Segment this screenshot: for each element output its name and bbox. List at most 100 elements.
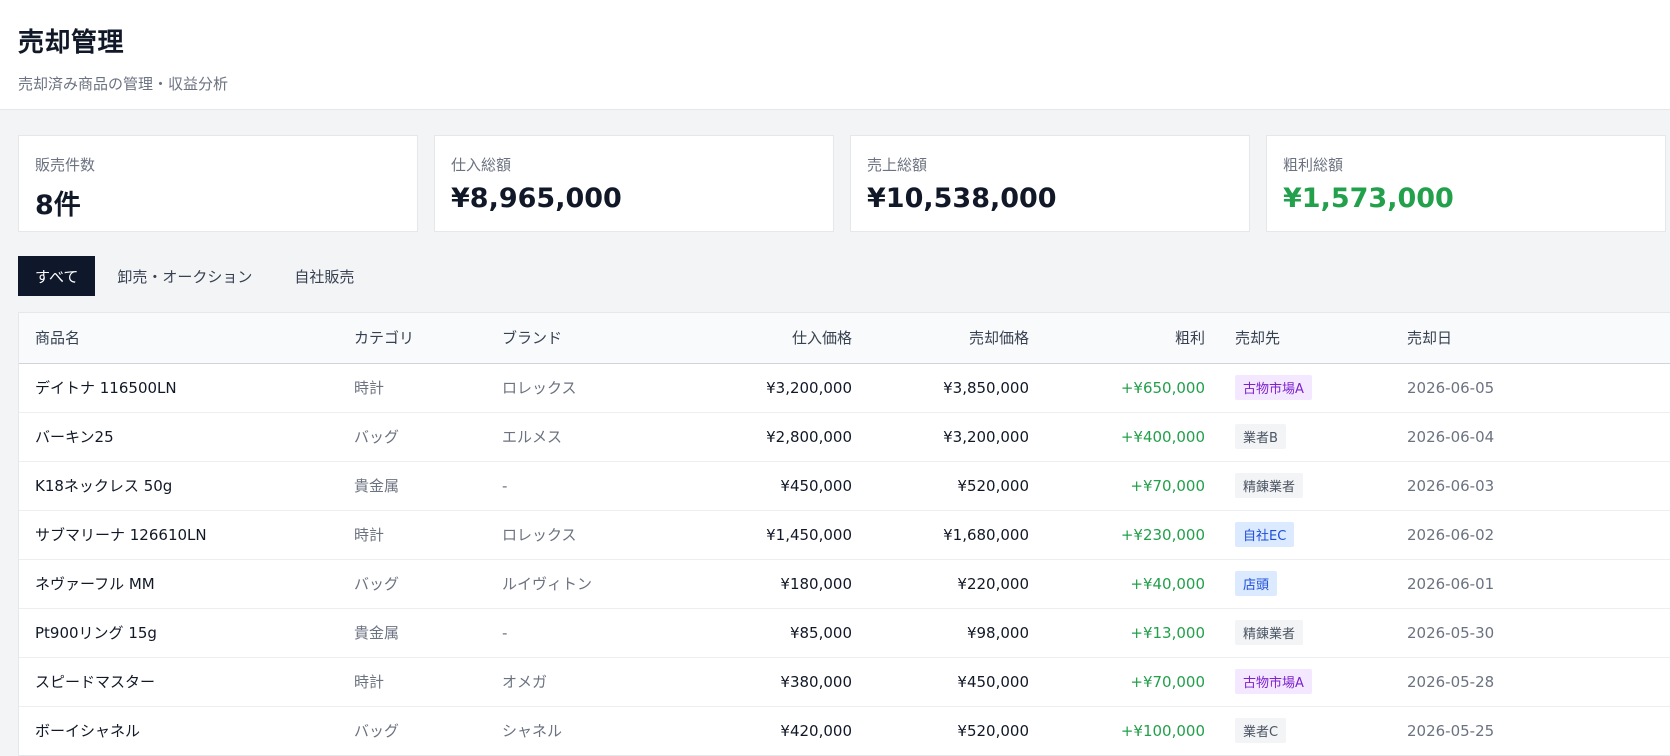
cell-cost: ¥450,000 — [780, 476, 852, 495]
cell-profit: +¥650,000 — [1120, 378, 1205, 397]
cell-category: 時計 — [354, 673, 385, 691]
cell-buyer: 業者C — [1205, 706, 1377, 755]
cell-category: 貴金属 — [354, 624, 400, 642]
cell-profit: +¥70,000 — [1130, 476, 1205, 495]
stats-row: 販売件数 8件 仕入総額 ¥8,965,000 売上総額 ¥10,538,000… — [18, 135, 1668, 232]
cell-brand: - — [502, 476, 508, 495]
cell-price: ¥450,000 — [957, 672, 1029, 691]
table-row[interactable]: ネヴァーフル MM バッグ ルイヴィトン ¥180,000 ¥220,000 +¥40,0… — [19, 559, 1670, 608]
buyer-badge: 自社EC — [1235, 522, 1295, 547]
cell-date: 2026-06-02 — [1407, 525, 1495, 544]
cell-product-name: ネヴァーフル MM — [35, 575, 155, 593]
cell-category: バッグ — [354, 575, 400, 593]
cell-cost: ¥1,450,000 — [766, 525, 852, 544]
cell-price: ¥3,850,000 — [943, 378, 1029, 397]
cell-brand: シャネル — [502, 722, 563, 740]
cell-product-name: サブマリーナ 126610LN — [35, 526, 207, 544]
cell-profit: +¥13,000 — [1130, 623, 1205, 642]
cell-profit: +¥400,000 — [1120, 427, 1205, 446]
stat-label: 仕入総額 — [451, 156, 512, 174]
cell-buyer: 業者B — [1205, 412, 1377, 461]
cell-cost: ¥420,000 — [780, 721, 852, 740]
column-header-name[interactable]: 商品名 — [19, 313, 354, 363]
page-title: 売却管理 — [18, 28, 125, 58]
cell-profit: +¥70,000 — [1130, 672, 1205, 691]
cell-buyer: 古物市場A — [1205, 657, 1377, 706]
tab-wholesale-auction[interactable]: 卸売・オークション — [97, 256, 272, 296]
stat-value: ¥1,573,000 — [1283, 183, 1454, 214]
cell-product-name: ボーイシャネル — [35, 722, 141, 740]
cell-buyer: 古物市場A — [1205, 363, 1377, 412]
cell-cost: ¥180,000 — [780, 574, 852, 593]
sales-table-container: 商品名 カテゴリ ブランド 仕入価格 売却価格 粗利 売却先 売却日 デイトナ … — [18, 312, 1670, 756]
column-header-profit[interactable]: 粗利 — [1029, 313, 1205, 363]
cell-date: 2026-06-04 — [1407, 427, 1495, 446]
cell-date: 2026-05-30 — [1407, 623, 1495, 642]
table-row[interactable]: サブマリーナ 126610LN 時計 ロレックス ¥1,450,000 ¥1,680,0… — [19, 510, 1670, 559]
cell-profit: +¥40,000 — [1130, 574, 1205, 593]
buyer-badge: 精錬業者 — [1235, 473, 1304, 498]
cell-cost: ¥85,000 — [789, 623, 852, 642]
page-subtitle: 売却済み商品の管理・収益分析 — [18, 75, 229, 93]
cell-brand: ルイヴィトン — [502, 575, 593, 593]
table-row[interactable]: Pt900リング 15g 貴金属 - ¥85,000 ¥98,000 +¥13,000 精錬… — [19, 608, 1670, 657]
cell-profit: +¥230,000 — [1120, 525, 1205, 544]
cell-profit: +¥100,000 — [1120, 721, 1205, 740]
cell-date: 2026-06-03 — [1407, 476, 1495, 495]
cell-product-name: デイトナ 116500LN — [35, 379, 177, 397]
cell-category: バッグ — [354, 428, 400, 446]
column-header-category[interactable]: カテゴリ — [354, 313, 502, 363]
stat-value: ¥10,538,000 — [867, 183, 1057, 214]
buyer-badge: 古物市場A — [1235, 375, 1312, 400]
buyer-badge: 店頭 — [1235, 571, 1278, 596]
cell-cost: ¥3,200,000 — [766, 378, 852, 397]
tab-own-sales[interactable]: 自社販売 — [274, 256, 374, 296]
cell-cost: ¥380,000 — [780, 672, 852, 691]
cell-category: 貴金属 — [354, 477, 400, 495]
stat-label: 販売件数 — [35, 156, 96, 174]
cell-price: ¥98,000 — [966, 623, 1029, 642]
cell-product-name: Pt900リング 15g — [35, 624, 157, 642]
tab-all[interactable]: すべて — [18, 256, 96, 296]
table-row[interactable]: デイトナ 116500LN 時計 ロレックス ¥3,200,000 ¥3,850,000… — [19, 363, 1670, 412]
stat-card-total-profit: 粗利総額 ¥1,573,000 — [1266, 135, 1666, 232]
table-row[interactable]: バーキン25 バッグ エルメス ¥2,800,000 ¥3,200,000 +¥400,0… — [19, 412, 1670, 461]
stat-label: 粗利総額 — [1283, 156, 1344, 174]
cell-price: ¥220,000 — [957, 574, 1029, 593]
cell-price: ¥3,200,000 — [943, 427, 1029, 446]
filter-tabs: すべて 卸売・オークション 自社販売 — [18, 256, 376, 296]
stat-value: ¥8,965,000 — [451, 183, 622, 214]
table-row[interactable]: スピードマスター 時計 オメガ ¥380,000 ¥450,000 +¥70,000 古物市… — [19, 657, 1670, 706]
column-header-brand[interactable]: ブランド — [502, 313, 652, 363]
cell-brand: オメガ — [502, 673, 548, 691]
table-row[interactable]: ボーイシャネル バッグ シャネル ¥420,000 ¥520,000 +¥100,000 業… — [19, 706, 1670, 755]
cell-category: バッグ — [354, 722, 400, 740]
column-header-cost[interactable]: 仕入価格 — [652, 313, 852, 363]
stat-card-total-sales: 売上総額 ¥10,538,000 — [850, 135, 1250, 232]
cell-date: 2026-05-28 — [1407, 672, 1495, 691]
cell-buyer: 店頭 — [1205, 559, 1377, 608]
cell-product-name: K18ネックレス 50g — [35, 477, 173, 495]
stat-card-sales-count: 販売件数 8件 — [18, 135, 418, 232]
buyer-badge: 業者C — [1235, 718, 1287, 743]
cell-brand: ロレックス — [502, 379, 577, 397]
stat-value: 8件 — [35, 190, 81, 221]
stat-label: 売上総額 — [867, 156, 928, 174]
column-header-buyer[interactable]: 売却先 — [1205, 313, 1377, 363]
column-header-price[interactable]: 売却価格 — [852, 313, 1029, 363]
cell-category: 時計 — [354, 379, 385, 397]
cell-brand: ロレックス — [502, 526, 577, 544]
page-header: 売却管理 売却済み商品の管理・収益分析 — [0, 0, 1670, 110]
table-header-row: 商品名 カテゴリ ブランド 仕入価格 売却価格 粗利 売却先 売却日 — [19, 313, 1670, 363]
cell-product-name: スピードマスター — [35, 673, 156, 691]
buyer-badge: 古物市場A — [1235, 669, 1312, 694]
table-body: デイトナ 116500LN 時計 ロレックス ¥3,200,000 ¥3,850,000… — [19, 363, 1670, 755]
cell-date: 2026-06-01 — [1407, 574, 1495, 593]
cell-price: ¥520,000 — [957, 721, 1029, 740]
sales-table: 商品名 カテゴリ ブランド 仕入価格 売却価格 粗利 売却先 売却日 デイトナ … — [19, 313, 1670, 755]
column-header-date[interactable]: 売却日 — [1377, 313, 1670, 363]
cell-buyer: 自社EC — [1205, 510, 1377, 559]
cell-buyer: 精錬業者 — [1205, 461, 1377, 510]
table-row[interactable]: K18ネックレス 50g 貴金属 - ¥450,000 ¥520,000 +¥70,000… — [19, 461, 1670, 510]
cell-cost: ¥2,800,000 — [766, 427, 852, 446]
